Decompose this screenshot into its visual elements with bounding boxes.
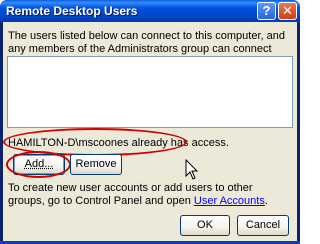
dialog-body: The users listed below can connect to th… [3,22,297,241]
users-listbox[interactable] [7,56,293,128]
info-text: To create new user accounts or add users… [8,182,292,208]
ok-button[interactable]: OK [180,215,230,236]
window-title: Remote Desktop Users [6,4,138,18]
remote-desktop-users-dialog: Remote Desktop Users ? ✕ The users liste… [0,0,300,244]
help-icon[interactable]: ? [257,2,276,20]
close-icon[interactable]: ✕ [278,2,297,20]
user-accounts-link[interactable]: User Accounts [194,195,265,207]
info-suffix: . [264,195,268,207]
mouse-pointer-icon [185,159,199,180]
remove-button[interactable]: Remove [70,154,122,175]
cancel-button[interactable]: Cancel [237,215,289,236]
title-bar[interactable]: Remote Desktop Users ? ✕ [0,0,300,22]
add-highlight-ellipse [6,151,71,178]
